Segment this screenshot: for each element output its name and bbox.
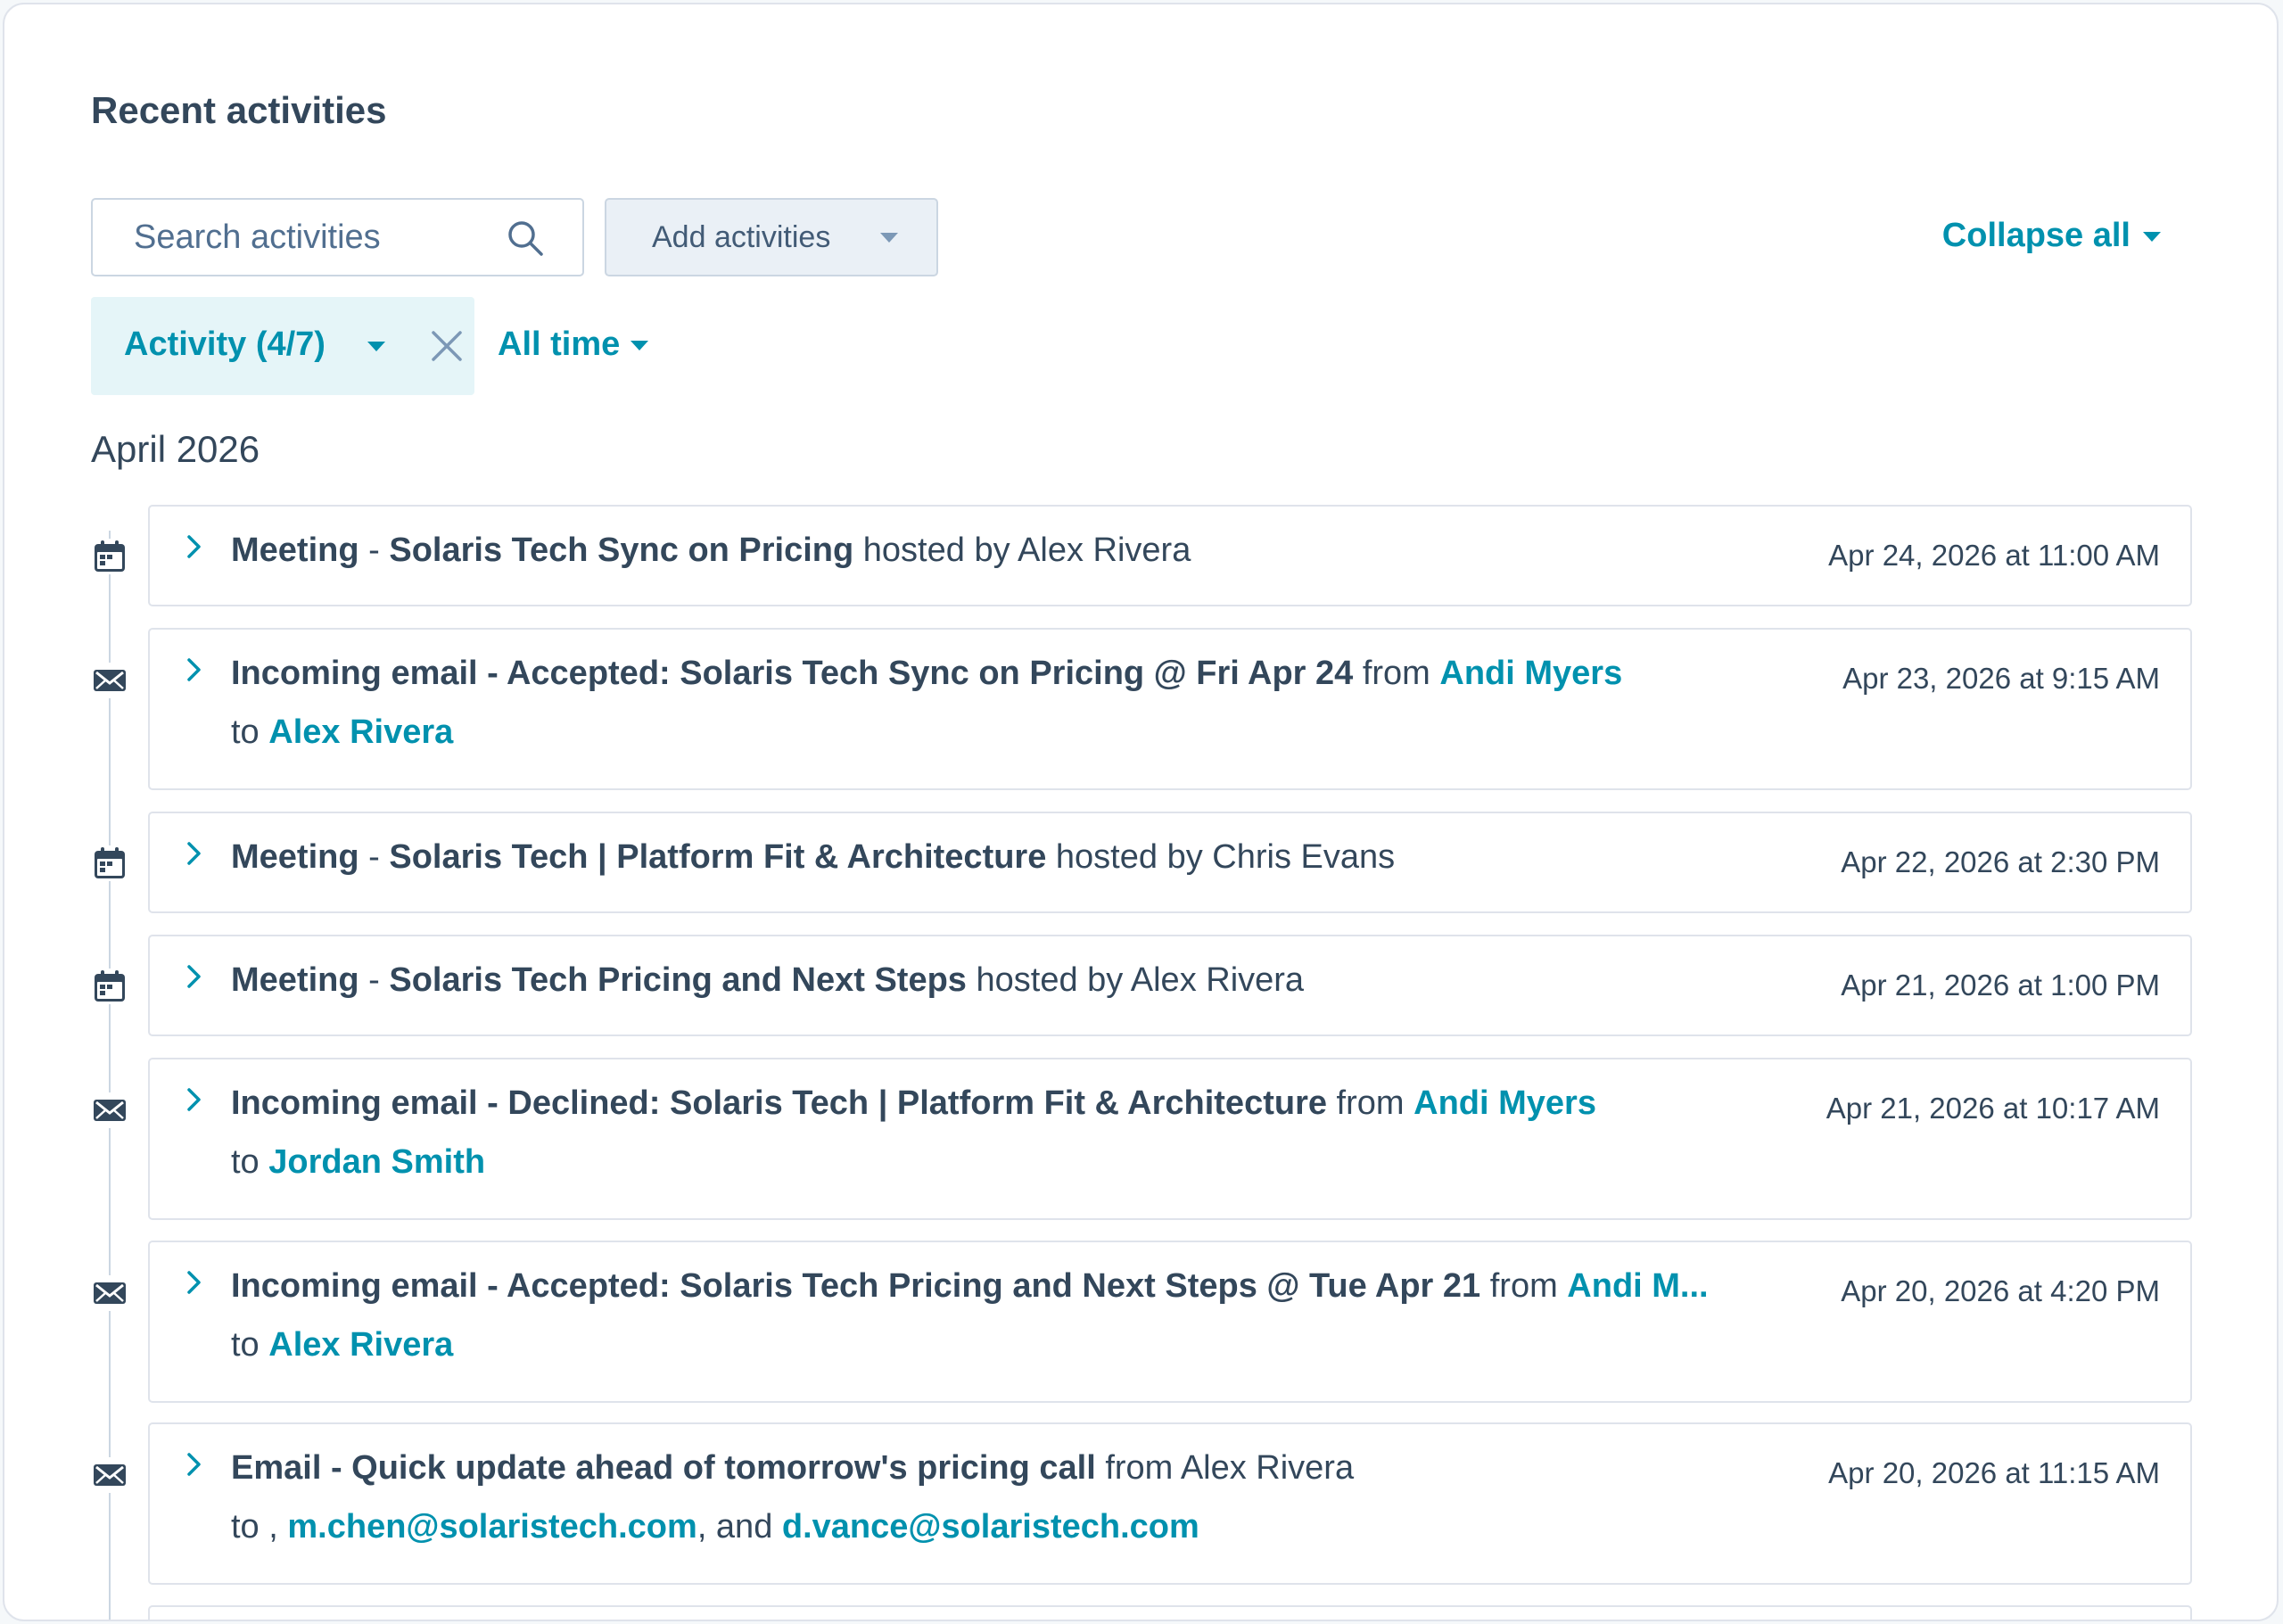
separator: - bbox=[359, 838, 390, 876]
activity-summary: Meeting - Solaris Tech Sync on Pricing h… bbox=[231, 532, 1943, 570]
envelope-icon bbox=[92, 1092, 128, 1128]
activity-date: Apr 23, 2026 at 9:15 AM bbox=[1842, 662, 2160, 695]
envelope-icon bbox=[92, 1457, 128, 1493]
separator: - bbox=[359, 532, 390, 569]
recipient-link[interactable]: Alex Rivera bbox=[268, 1326, 453, 1364]
activity-item-email[interactable]: Incoming email - Accepted: Solaris Tech … bbox=[148, 1241, 2192, 1403]
activity-item-email[interactable]: Incoming email - Declined: Solaris Tech … bbox=[148, 1058, 2192, 1220]
time-filter-label: All time bbox=[498, 326, 621, 363]
to-prefix: to bbox=[231, 713, 269, 751]
sender-name: Alex Rivera bbox=[1180, 1449, 1355, 1487]
from-prefix: from bbox=[1480, 1267, 1568, 1305]
chevron-right-icon[interactable] bbox=[180, 1451, 207, 1478]
activity-title: Solaris Tech | Platform Fit & Architectu… bbox=[389, 838, 1047, 876]
chevron-right-icon[interactable] bbox=[180, 840, 207, 867]
from-prefix: from bbox=[1353, 655, 1440, 692]
time-filter-dropdown[interactable]: All time bbox=[498, 326, 649, 364]
envelope-icon bbox=[92, 1275, 128, 1311]
collapse-all-label: Collapse all bbox=[1941, 217, 2131, 254]
activity-date: Apr 21, 2026 at 1:00 PM bbox=[1841, 969, 2160, 1002]
recipient-link[interactable]: m.chen@solaristech.com bbox=[287, 1508, 696, 1546]
to-prefix: to bbox=[231, 1326, 269, 1364]
host-prefix: hosted by bbox=[966, 961, 1131, 999]
activity-item-meeting[interactable]: Meeting - Solaris Tech | Platform Fit & … bbox=[148, 812, 2192, 913]
search-icon[interactable] bbox=[505, 218, 546, 259]
activity-recipients: to Alex Rivera bbox=[231, 1326, 453, 1364]
activity-date: Apr 22, 2026 at 2:30 PM bbox=[1841, 845, 2160, 878]
activity-date: Apr 20, 2026 at 11:15 AM bbox=[1828, 1456, 2160, 1489]
recipient-separator: , and bbox=[696, 1508, 782, 1546]
activity-date: Apr 21, 2026 at 10:17 AM bbox=[1826, 1092, 2160, 1125]
activity-recipients: to , m.chen@solaristech.com, and d.vance… bbox=[231, 1508, 1199, 1546]
to-prefix: to , bbox=[231, 1508, 288, 1546]
host-name: Chris Evans bbox=[1212, 838, 1396, 876]
activity-recipients: to Jordan Smith bbox=[231, 1143, 485, 1182]
host-prefix: hosted by bbox=[1046, 838, 1213, 876]
recipient-link[interactable]: d.vance@solaristech.com bbox=[782, 1508, 1199, 1546]
host-name: Alex Rivera bbox=[1130, 961, 1305, 999]
calendar-icon bbox=[92, 845, 128, 881]
recipient-link[interactable]: Jordan Smith bbox=[268, 1143, 485, 1181]
activity-summary: Incoming email - Accepted: Solaris Tech … bbox=[231, 655, 1943, 693]
chevron-right-icon[interactable] bbox=[180, 1269, 207, 1296]
activity-item-meeting[interactable]: Meeting - Solaris Tech Pricing and Next … bbox=[148, 935, 2192, 1036]
caret-down-icon bbox=[367, 342, 385, 351]
envelope-icon bbox=[92, 663, 128, 698]
chevron-right-icon[interactable] bbox=[180, 656, 207, 683]
separator: - bbox=[359, 961, 390, 999]
chevron-right-icon[interactable] bbox=[180, 1086, 207, 1113]
chevron-right-icon[interactable] bbox=[180, 533, 207, 560]
add-activities-button[interactable]: Add activities bbox=[605, 198, 938, 276]
activity-summary: Incoming email - Accepted: Solaris Tech … bbox=[231, 1267, 1943, 1306]
activity-date: Apr 20, 2026 at 4:20 PM bbox=[1841, 1274, 2160, 1307]
chevron-right-icon[interactable] bbox=[180, 963, 207, 990]
caret-down-icon bbox=[631, 340, 649, 350]
activity-summary: Meeting - Solaris Tech Pricing and Next … bbox=[231, 961, 1943, 1000]
recipient-link[interactable]: Alex Rivera bbox=[268, 713, 453, 751]
activity-type: Meeting bbox=[231, 532, 359, 569]
activity-title: Incoming email - Accepted: Solaris Tech … bbox=[231, 655, 1354, 692]
sender-link[interactable]: Andi Myers bbox=[1439, 655, 1622, 692]
activity-item-partial[interactable] bbox=[148, 1605, 2192, 1620]
caret-down-icon bbox=[880, 233, 898, 243]
activity-summary: Email - Quick update ahead of tomorrow's… bbox=[231, 1449, 1943, 1488]
search-input[interactable] bbox=[93, 200, 494, 275]
activity-summary: Meeting - Solaris Tech | Platform Fit & … bbox=[231, 838, 1943, 877]
calendar-icon bbox=[92, 539, 128, 574]
calendar-icon bbox=[92, 969, 128, 1004]
recent-activities-card: Recent activities Add activities Collaps… bbox=[3, 3, 2279, 1621]
activity-title: Incoming email - Declined: Solaris Tech … bbox=[231, 1084, 1327, 1122]
activity-recipients: to Alex Rivera bbox=[231, 713, 453, 752]
activity-title: Incoming email - Accepted: Solaris Tech … bbox=[231, 1267, 1481, 1305]
add-activities-label: Add activities bbox=[652, 220, 831, 254]
caret-down-icon bbox=[2143, 231, 2161, 242]
from-prefix: from bbox=[1095, 1449, 1181, 1487]
activity-item-meeting[interactable]: Meeting - Solaris Tech Sync on Pricing h… bbox=[148, 505, 2192, 606]
month-heading: April 2026 bbox=[91, 428, 260, 470]
activity-type: Meeting bbox=[231, 838, 359, 876]
activity-filter-chip[interactable]: Activity (4/7) bbox=[91, 297, 474, 395]
activity-title: Email - Quick update ahead of tomorrow's… bbox=[231, 1449, 1096, 1487]
page-title: Recent activities bbox=[91, 89, 387, 131]
host-name: Alex Rivera bbox=[1018, 532, 1191, 569]
activity-type: Meeting bbox=[231, 961, 359, 999]
activity-filter-label[interactable]: Activity (4/7) bbox=[124, 326, 326, 364]
search-box[interactable] bbox=[91, 198, 584, 276]
to-prefix: to bbox=[231, 1143, 269, 1181]
sender-link[interactable]: Andi Myers bbox=[1413, 1084, 1596, 1122]
from-prefix: from bbox=[1327, 1084, 1414, 1122]
collapse-all-button[interactable]: Collapse all bbox=[1942, 217, 2161, 255]
activity-item-email[interactable]: Incoming email - Accepted: Solaris Tech … bbox=[148, 628, 2192, 790]
activity-title: Solaris Tech Sync on Pricing bbox=[389, 532, 854, 569]
activity-summary: Incoming email - Declined: Solaris Tech … bbox=[231, 1084, 1943, 1123]
host-prefix: hosted by bbox=[853, 532, 1018, 569]
activity-title: Solaris Tech Pricing and Next Steps bbox=[389, 961, 967, 999]
sender-link[interactable]: Andi M... bbox=[1567, 1267, 1708, 1305]
activity-item-email[interactable]: Email - Quick update ahead of tomorrow's… bbox=[148, 1422, 2192, 1585]
close-icon[interactable] bbox=[430, 329, 464, 363]
activity-date: Apr 24, 2026 at 11:00 AM bbox=[1828, 539, 2160, 572]
